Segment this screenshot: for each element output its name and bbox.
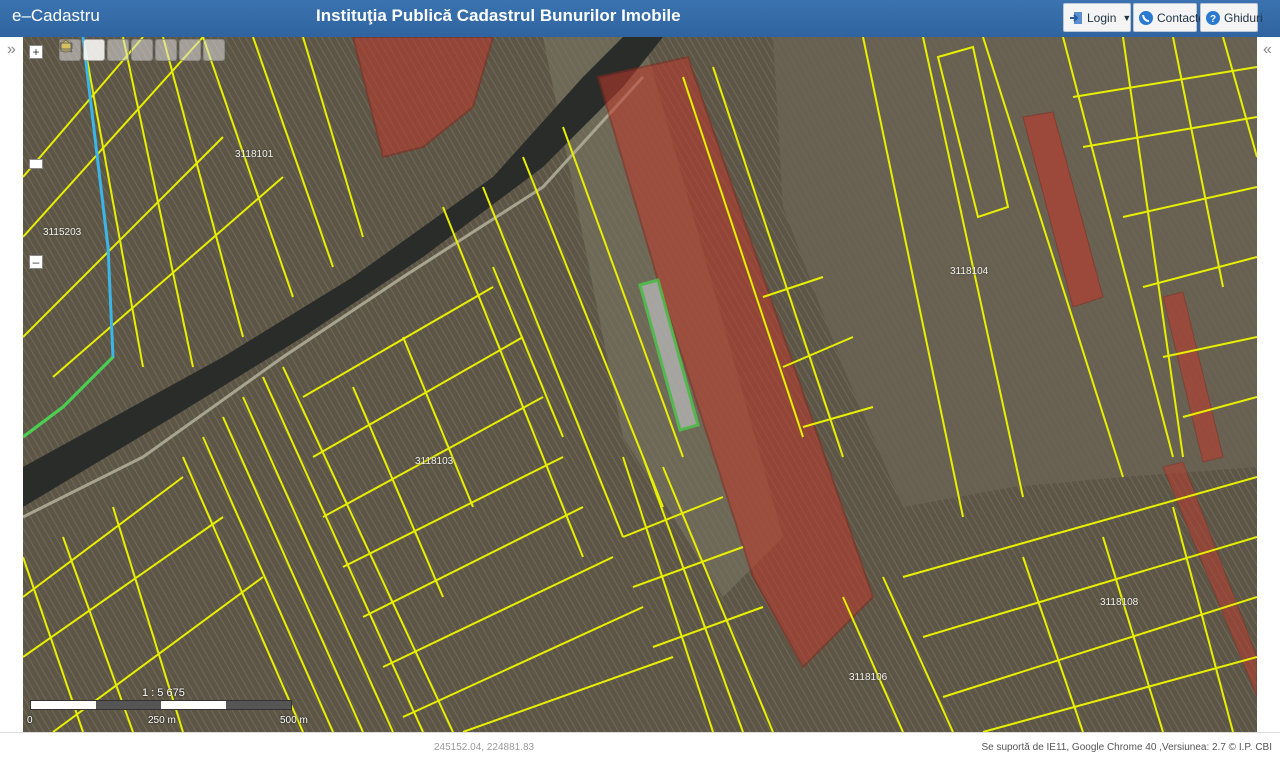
map-toolbar <box>59 39 225 61</box>
chevron-down-icon: ▼ <box>1122 12 1132 23</box>
support-info: Se suportă de IE11, Google Chrome 40 ,Ve… <box>981 742 1272 753</box>
contacte-button[interactable]: Contacte <box>1133 3 1205 32</box>
measure-distance-tool[interactable] <box>59 39 201 61</box>
svg-text:?: ? <box>1210 14 1216 25</box>
login-icon <box>1069 11 1083 25</box>
pan-tool[interactable] <box>60 39 105 61</box>
measure-area-tool[interactable] <box>60 39 225 61</box>
zoom-slider-handle[interactable] <box>29 159 43 169</box>
info-tool[interactable] <box>60 39 177 61</box>
parcel-label-3118108: 3118108 <box>1100 597 1139 608</box>
parcel-label-3118103: 3118103 <box>415 456 454 467</box>
org-title: Instituţia Publică Cadastrul Bunurilor I… <box>316 6 681 25</box>
scale-segments <box>30 700 292 710</box>
parcel-label-3118104: 3118104 <box>950 266 989 277</box>
zoom-out-tool[interactable] <box>60 39 153 61</box>
right-panel-rail: « <box>1257 37 1280 732</box>
app-title: e–Cadastru <box>12 6 100 25</box>
expand-right-panel-icon[interactable]: « <box>1263 41 1272 59</box>
cursor-coordinates: 245152.04, 224881.83 <box>434 742 535 753</box>
parcel-label-3118106: 3118106 <box>849 672 888 683</box>
ghiduri-label: Ghiduri <box>1224 10 1263 25</box>
parcel-label-3115203: 3115203 <box>43 227 82 238</box>
status-bar: 245152.04, 224881.83 Se suportă de IE11,… <box>0 732 1280 761</box>
scale-ratio: 1 : 5 675 <box>142 687 185 699</box>
scale-tick-250: 250 m <box>148 715 176 726</box>
scale-tick-500: 500 m <box>280 715 308 726</box>
login-button[interactable]: Login ▼ <box>1063 3 1131 32</box>
ghiduri-button[interactable]: ? Ghiduri <box>1200 3 1263 32</box>
help-icon: ? <box>1206 10 1220 25</box>
scale-bar: 1 : 5 675 0 250 m 500 m <box>27 685 320 730</box>
scale-tick-0: 0 <box>27 715 33 726</box>
header-bar: e–Cadastru Instituţia Publică Cadastrul … <box>0 0 1280 38</box>
zoom-in-button[interactable]: + <box>29 45 43 59</box>
cadastral-map[interactable]: 3118101 3115203 3118103 3118104 3118106 … <box>23 37 1257 732</box>
expand-left-panel-icon[interactable]: » <box>7 41 16 59</box>
phone-icon <box>1139 10 1153 25</box>
map-canvas[interactable] <box>23 37 1257 732</box>
parcel-label-3118101: 3118101 <box>235 149 274 160</box>
contacte-label: Contacte <box>1157 10 1206 25</box>
zoom-out-button[interactable]: – <box>29 255 43 269</box>
login-label: Login <box>1087 10 1117 25</box>
left-panel-rail: » <box>0 37 23 732</box>
zoom-in-tool[interactable] <box>60 39 129 61</box>
